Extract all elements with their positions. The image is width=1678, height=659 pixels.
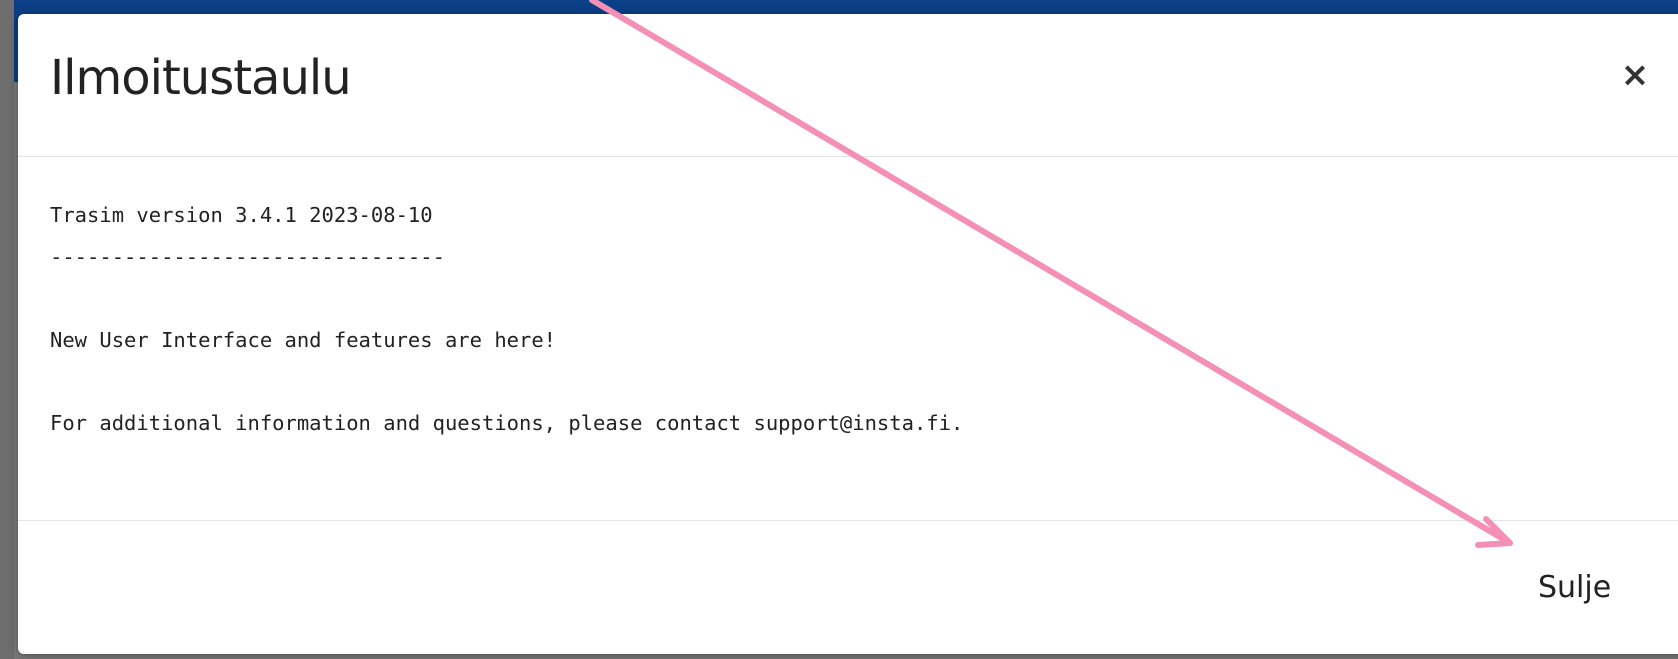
close-icon[interactable]: × bbox=[1618, 58, 1652, 92]
notice-line-announcement: New User Interface and features are here… bbox=[50, 327, 557, 352]
dialog-title: Ilmoitustaulu bbox=[50, 50, 352, 106]
notice-line-separator: -------------------------------- bbox=[50, 244, 445, 269]
dialog-body: Trasim version 3.4.1 2023-08-10 --------… bbox=[18, 157, 1678, 521]
notice-text: Trasim version 3.4.1 2023-08-10 --------… bbox=[50, 195, 963, 444]
dialog-header: Ilmoitustaulu × bbox=[18, 14, 1678, 157]
page-edge bbox=[0, 0, 14, 659]
notice-board-dialog: Ilmoitustaulu × Trasim version 3.4.1 202… bbox=[18, 14, 1678, 654]
notice-line-contact: For additional information and questions… bbox=[50, 410, 964, 435]
dialog-footer: Sulje bbox=[18, 521, 1678, 654]
close-button[interactable]: Sulje bbox=[1538, 570, 1611, 605]
notice-line-version: Trasim version 3.4.1 2023-08-10 bbox=[50, 203, 433, 227]
